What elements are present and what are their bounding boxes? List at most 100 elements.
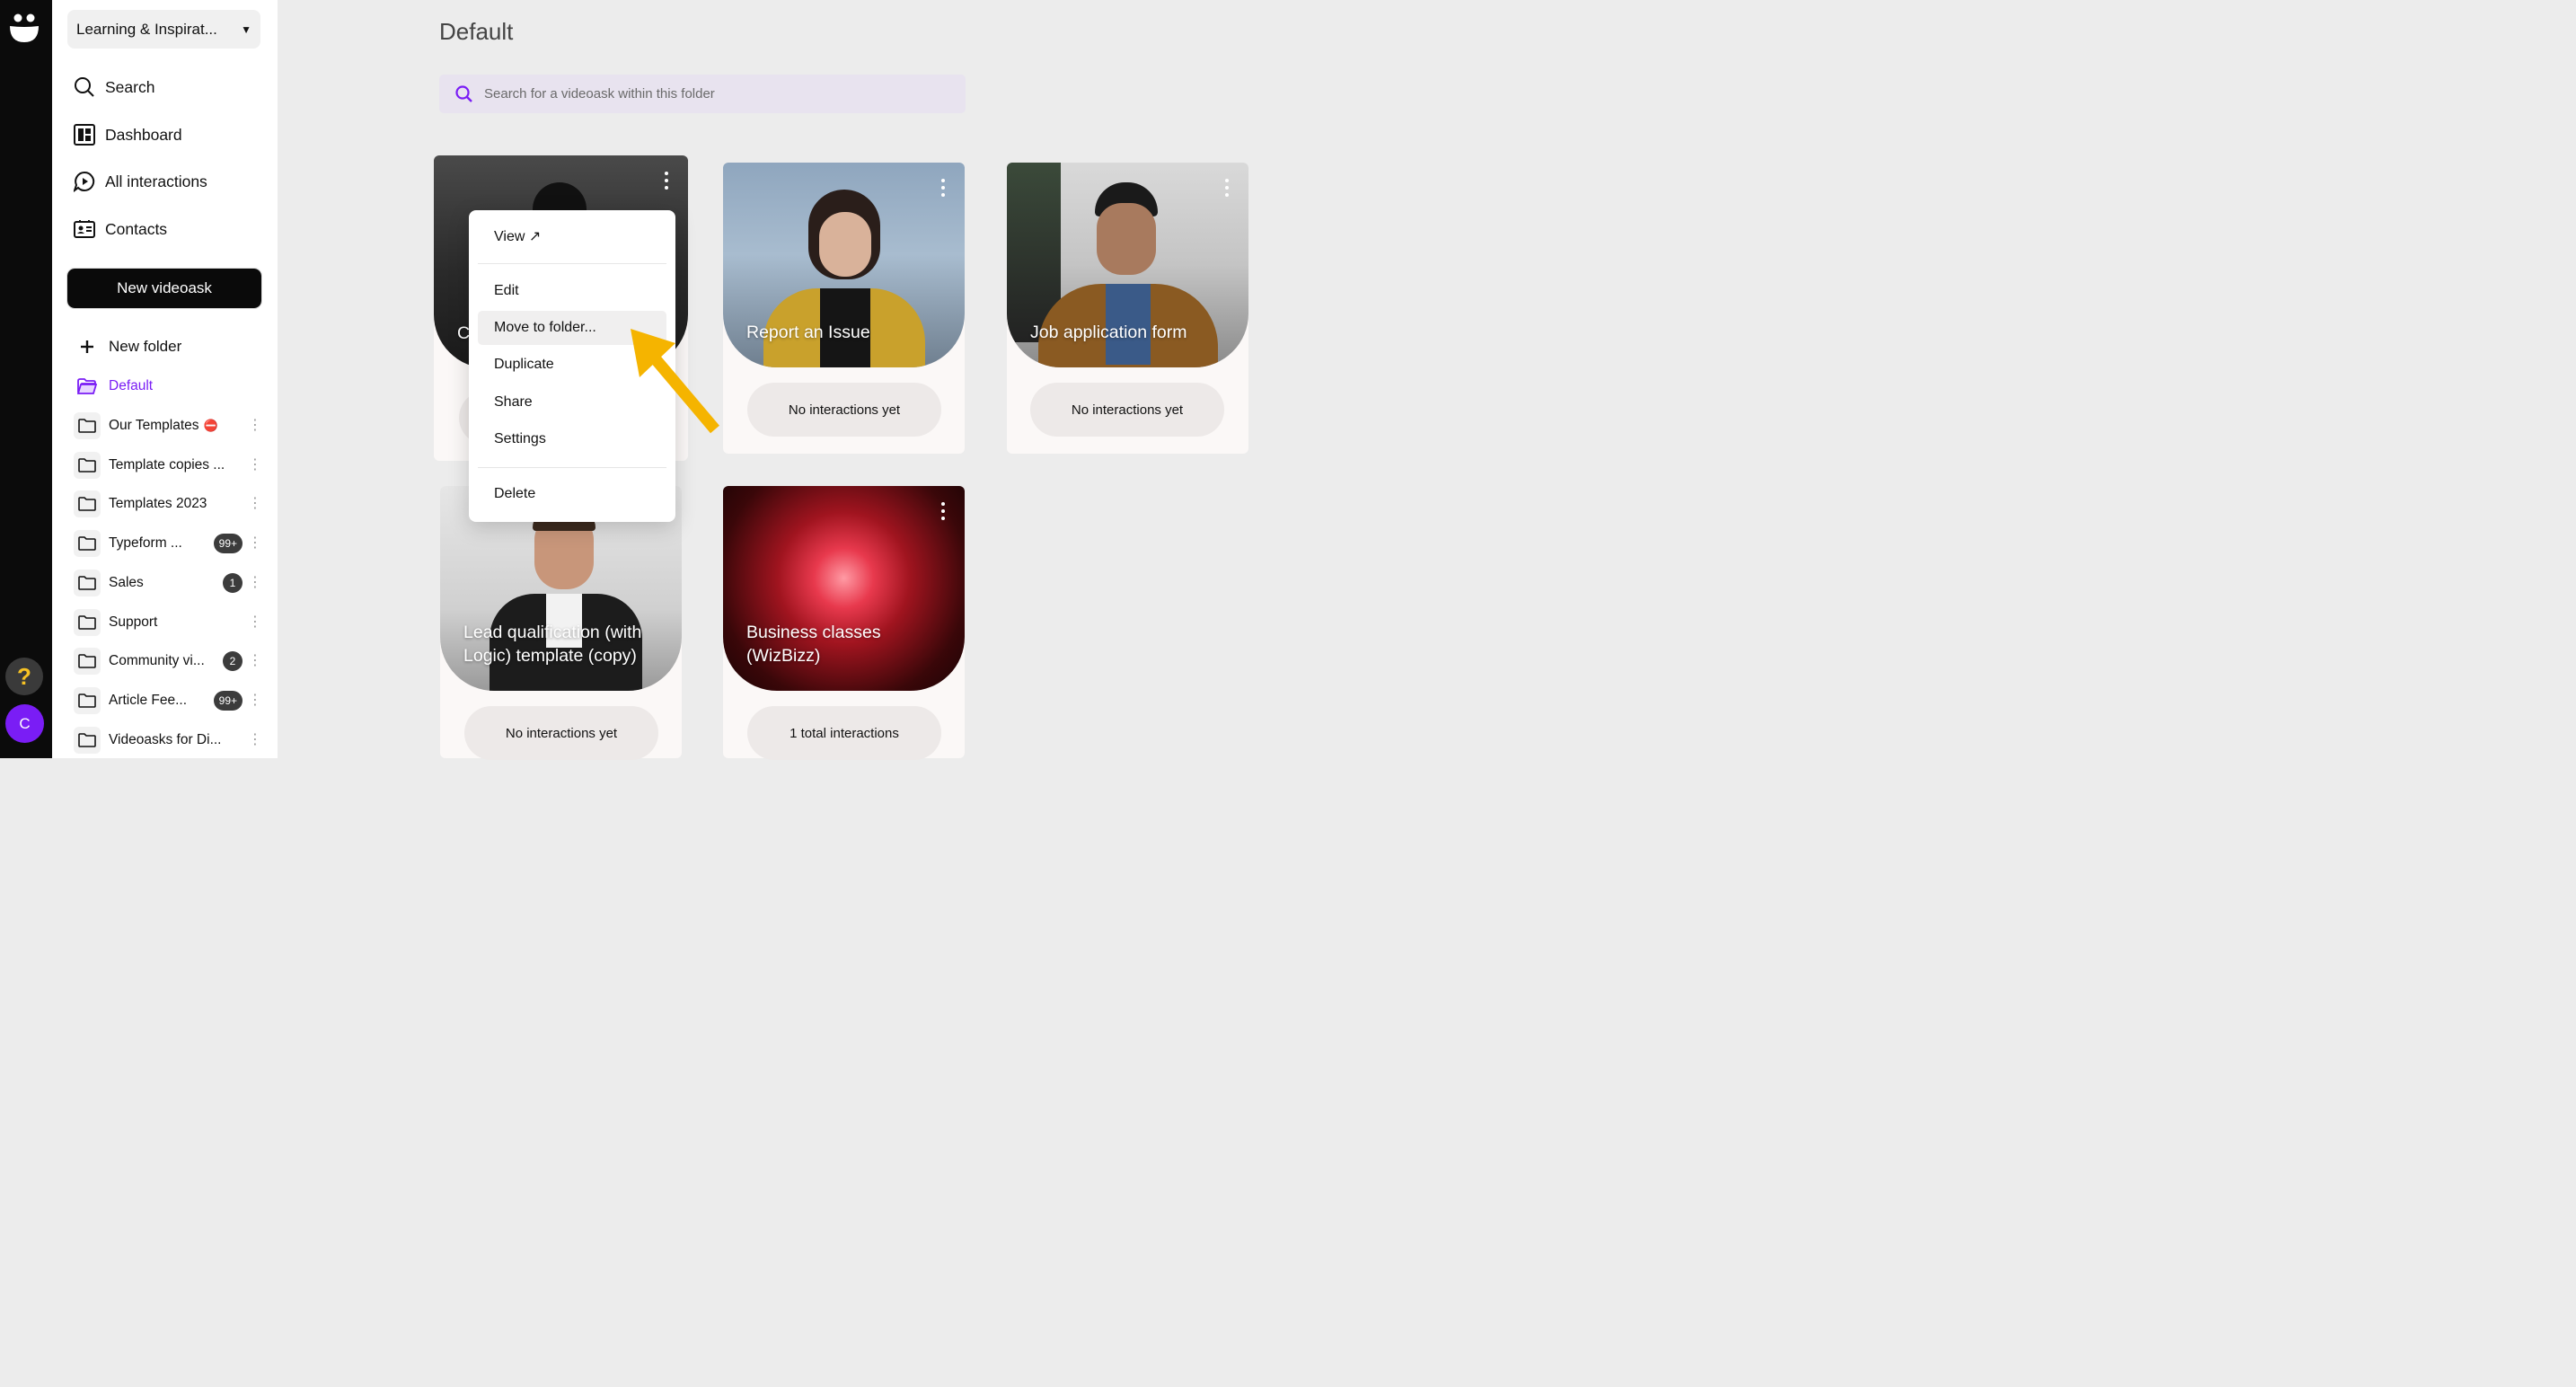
nav-contacts[interactable]: Contacts	[74, 216, 167, 243]
no-entry-emoji: ⛔	[203, 419, 218, 432]
video-thumbnail[interactable]: Business classes (WizBizz)	[723, 486, 965, 691]
new-folder-button[interactable]: New folder	[74, 332, 262, 361]
count-badge: 2	[223, 651, 243, 671]
card-context-menu: View ↗ Edit Move to folder... Duplicate …	[469, 210, 675, 522]
videoask-card[interactable]: Job application form No interactions yet	[1007, 163, 1248, 454]
folder-item-default[interactable]: Default	[74, 372, 262, 401]
more-options-icon[interactable]: ⋮	[248, 694, 262, 708]
folder-name: Typeform ...	[109, 535, 182, 551]
page-title: Default	[439, 18, 514, 45]
nav-all-interactions[interactable]: All interactions	[74, 168, 207, 195]
interactions-pill[interactable]: 1 total interactions	[747, 706, 941, 760]
folder-name: Sales	[109, 575, 144, 590]
more-options-icon[interactable]: ⋮	[248, 733, 262, 747]
workspace-selector[interactable]: Learning & Inspirat... ▼	[67, 10, 260, 49]
folder-item-videoasks-for-di[interactable]: Videoasks for Di... ⋮	[74, 726, 262, 755]
app-rail: ? C	[0, 0, 52, 758]
menu-item-share[interactable]: Share	[478, 385, 666, 420]
plus-icon	[74, 333, 101, 360]
video-thumbnail[interactable]: Job application form	[1007, 163, 1248, 367]
person-face	[819, 212, 871, 277]
new-folder-label: New folder	[109, 338, 182, 355]
folder-icon	[74, 490, 101, 517]
folder-item-typeform[interactable]: Typeform ... 99+ ⋮	[74, 529, 262, 558]
search-icon	[455, 84, 472, 102]
more-options-icon[interactable]	[665, 172, 670, 190]
more-options-icon[interactable]: ⋮	[248, 458, 262, 473]
nav-dashboard[interactable]: Dashboard	[74, 121, 182, 148]
folder-icon	[74, 687, 101, 714]
interactions-pill[interactable]: No interactions yet	[464, 706, 658, 760]
more-options-icon[interactable]	[1225, 179, 1231, 197]
folder-item-sales[interactable]: Sales 1 ⋮	[74, 569, 262, 597]
folder-name: Support	[109, 614, 158, 630]
more-options-icon[interactable]: ⋮	[248, 654, 262, 668]
nav-label: Search	[105, 77, 155, 96]
folder-item-support[interactable]: Support ⋮	[74, 608, 262, 637]
videoask-card[interactable]: Lead qualification (with Logic) template…	[440, 486, 682, 760]
help-button[interactable]: ?	[5, 658, 43, 695]
chevron-down-icon: ▼	[241, 22, 251, 36]
videoask-card[interactable]: Business classes (WizBizz) 1 total inter…	[723, 486, 965, 760]
more-options-icon[interactable]: ⋮	[248, 419, 262, 433]
folder-search-bar[interactable]	[439, 75, 966, 113]
nav-search[interactable]: Search	[74, 74, 154, 101]
user-avatar[interactable]: C	[5, 704, 44, 743]
sidebar: Learning & Inspirat... ▼ Search Dashboar…	[52, 0, 278, 758]
folder-name: Default	[109, 378, 154, 393]
nav-label: All interactions	[105, 172, 207, 190]
folder-icon	[74, 530, 101, 557]
more-options-icon[interactable]: ⋮	[248, 576, 262, 590]
search-input[interactable]	[482, 85, 935, 102]
interactions-pill[interactable]: No interactions yet	[747, 383, 941, 437]
videoask-card[interactable]: Report an Issue No interactions yet	[723, 163, 965, 454]
card-title: Lead qualification (with Logic) template…	[463, 623, 642, 666]
nav-label: Contacts	[105, 219, 168, 238]
folder-item-templates-2023[interactable]: Templates 2023 ⋮	[74, 490, 262, 518]
folder-name: Our Templates	[109, 418, 199, 433]
folder-item-article-feedback[interactable]: Article Fee... 99+ ⋮	[74, 686, 262, 715]
menu-item-move-to-folder[interactable]: Move to folder...	[478, 311, 666, 345]
menu-divider	[478, 467, 666, 468]
folder-icon	[74, 727, 101, 754]
card-title: Business classes (WizBizz)	[746, 623, 881, 666]
chat-bubble-icon	[74, 171, 95, 192]
folder-item-community[interactable]: Community vi... 2 ⋮	[74, 647, 262, 676]
nav-label: Dashboard	[105, 125, 182, 144]
count-badge: 1	[223, 573, 243, 593]
menu-item-settings[interactable]: Settings	[478, 422, 666, 456]
folder-name: Videoasks for Di...	[109, 732, 222, 747]
card-title: Job application form	[1030, 322, 1187, 342]
video-thumbnail[interactable]: Report an Issue	[723, 163, 965, 367]
folder-icon	[74, 452, 101, 479]
more-options-icon[interactable]	[941, 179, 947, 197]
more-options-icon[interactable]: ⋮	[248, 497, 262, 511]
folder-icon	[74, 412, 101, 439]
interactions-pill[interactable]: No interactions yet	[1030, 383, 1224, 437]
menu-item-delete[interactable]: Delete	[478, 477, 666, 511]
workspace-name: Learning & Inspirat...	[76, 20, 217, 38]
more-options-icon[interactable]: ⋮	[248, 536, 262, 551]
more-options-icon[interactable]	[941, 502, 947, 520]
contact-card-icon	[74, 218, 95, 240]
folder-name: Article Fee...	[109, 693, 187, 708]
menu-item-duplicate[interactable]: Duplicate	[478, 348, 666, 382]
folder-name: Template copies ...	[109, 457, 225, 473]
menu-divider	[478, 263, 666, 264]
more-options-icon[interactable]: ⋮	[248, 615, 262, 630]
folder-name: Community vi...	[109, 653, 205, 668]
dashboard-icon	[74, 124, 95, 146]
open-folder-icon	[74, 373, 101, 400]
folder-name: Templates 2023	[109, 496, 207, 511]
new-videoask-button[interactable]: New videoask	[66, 268, 262, 309]
folder-icon	[74, 648, 101, 675]
menu-item-edit[interactable]: Edit	[478, 274, 666, 308]
count-badge: 99+	[213, 691, 243, 711]
folder-item-template-copies[interactable]: Template copies ... ⋮	[74, 451, 262, 480]
folder-item-our-templates[interactable]: Our Templates ⛔ ⋮	[74, 411, 262, 440]
folder-icon	[74, 609, 101, 636]
card-title: Report an Issue	[746, 322, 870, 342]
videoask-logo-icon[interactable]	[9, 12, 40, 42]
count-badge: 99+	[213, 534, 243, 553]
menu-item-view[interactable]: View ↗	[478, 219, 666, 253]
